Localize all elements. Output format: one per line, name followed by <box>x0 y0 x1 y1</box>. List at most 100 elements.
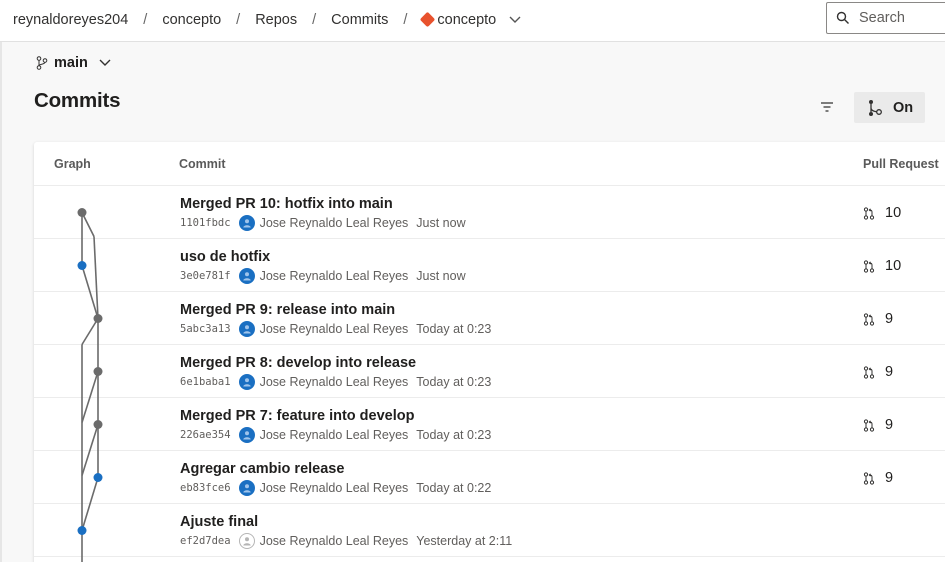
commit-time: Just now <box>416 216 466 230</box>
pull-request-link[interactable]: 10 <box>863 257 901 275</box>
breadcrumb-separator: / <box>312 12 317 28</box>
commit-author: Jose Reynaldo Leal Reyes <box>259 375 409 389</box>
graph-node <box>93 420 103 429</box>
avatar <box>238 268 255 284</box>
table-row[interactable]: Merged PR 7: feature into develop 226ae35… <box>34 398 945 451</box>
column-header-commit: Commit <box>179 157 226 171</box>
repository-name: concepto <box>437 12 497 28</box>
commit-message[interactable]: Merged PR 10: hotfix into main <box>180 196 393 212</box>
commit-time: Today at 0:22 <box>416 481 492 495</box>
avatar <box>238 321 255 337</box>
avatar <box>238 480 255 496</box>
pull-request-icon <box>863 418 875 432</box>
graph-node <box>93 473 103 482</box>
commit-author: Jose Reynaldo Leal Reyes <box>259 269 409 283</box>
chevron-down-icon <box>509 16 521 23</box>
pull-request-icon <box>863 259 875 273</box>
commit-author: Jose Reynaldo Leal Reyes <box>259 428 409 442</box>
breadcrumb-separator: / <box>236 12 241 28</box>
table-row[interactable]: Agregar cambio release eb83fce6 Jose Reyna… <box>34 451 945 504</box>
graph-node <box>93 314 103 323</box>
commit-author: Jose Reynaldo Leal Reyes <box>259 534 409 548</box>
filter-icon <box>821 102 833 112</box>
repository-selector[interactable]: concepto <box>420 11 522 28</box>
breadcrumb-repos[interactable]: Repos <box>255 12 297 28</box>
graph-icon <box>869 99 882 116</box>
graph-edge <box>81 371 99 423</box>
pull-request-icon <box>863 365 875 379</box>
person-icon <box>242 325 251 334</box>
commit-hash[interactable]: 6e1baba1 <box>180 376 231 388</box>
pull-request-link[interactable]: 9 <box>863 416 893 434</box>
commits-table: Graph Commit Pull Request Merged PR 10: … <box>34 142 945 562</box>
pull-request-icon <box>863 206 875 220</box>
breadcrumb-commits[interactable]: Commits <box>331 12 388 28</box>
person-icon <box>242 272 251 281</box>
breadcrumb-project[interactable]: concepto <box>162 12 221 28</box>
graph-edge <box>81 424 99 476</box>
column-header-pull-request: Pull Request <box>863 157 939 171</box>
graph-toggle-label: On <box>893 99 914 116</box>
table-row[interactable]: Merged PR 10: hotfix into main 1101fbdc Jo… <box>34 186 945 239</box>
branch-icon <box>36 56 48 70</box>
search-box[interactable] <box>826 2 945 34</box>
graph-edge <box>81 318 99 345</box>
pull-request-link[interactable]: 10 <box>863 204 901 222</box>
table-row[interactable]: Ajuste final ef2d7dea Jose Reynaldo Leal R… <box>34 504 945 557</box>
commit-hash[interactable]: 226ae354 <box>180 429 231 441</box>
commit-message[interactable]: Merged PR 9: release into main <box>180 302 395 318</box>
pull-request-number: 9 <box>885 311 894 327</box>
avatar <box>238 427 255 443</box>
person-icon <box>242 219 251 228</box>
commit-time: Just now <box>416 269 466 283</box>
graph-node <box>77 261 87 270</box>
commit-time: Today at 0:23 <box>416 375 492 389</box>
avatar <box>238 533 255 549</box>
commit-message[interactable]: Ajuste final <box>180 514 258 530</box>
person-icon <box>242 431 251 440</box>
pull-request-number: 9 <box>885 470 894 486</box>
commit-hash[interactable]: 3e0e781f <box>180 270 231 282</box>
pull-request-link[interactable]: 9 <box>863 469 893 487</box>
table-row[interactable]: Merged PR 8: develop into release 6e1baba… <box>34 345 945 398</box>
table-row[interactable]: Merged PR 9: release into main 5abc3a13 Jo… <box>34 292 945 345</box>
pull-request-number: 9 <box>885 364 894 380</box>
commit-author: Jose Reynaldo Leal Reyes <box>259 481 409 495</box>
commit-author: Jose Reynaldo Leal Reyes <box>259 216 409 230</box>
commit-message[interactable]: Agregar cambio release <box>180 461 344 477</box>
pull-request-icon <box>863 471 875 485</box>
commit-hash[interactable]: 5abc3a13 <box>180 323 231 335</box>
commit-message[interactable]: Merged PR 7: feature into develop <box>180 408 414 424</box>
commit-message[interactable]: Merged PR 8: develop into release <box>180 355 416 371</box>
search-icon <box>836 11 849 24</box>
commit-meta: 226ae354 Jose Reynaldo Leal Reyes Today at… <box>180 427 491 443</box>
pull-request-number: 10 <box>885 205 902 221</box>
person-icon <box>242 378 251 387</box>
breadcrumb-organization[interactable]: reynaldoreyes204 <box>13 12 128 28</box>
commit-graph <box>77 208 103 562</box>
chevron-down-icon <box>99 59 111 66</box>
commit-hash[interactable]: eb83fce6 <box>180 482 231 494</box>
branch-name: main <box>54 55 88 71</box>
commit-meta: 3e0e781f Jose Reynaldo Leal Reyes Just now <box>180 268 466 284</box>
pull-request-number: 10 <box>885 258 902 274</box>
column-header-graph: Graph <box>54 157 91 171</box>
commit-hash[interactable]: ef2d7dea <box>180 535 231 547</box>
commit-message[interactable]: uso de hotfix <box>180 249 270 265</box>
commit-meta: eb83fce6 Jose Reynaldo Leal Reyes Today at… <box>180 480 491 496</box>
filter-button[interactable] <box>817 98 837 116</box>
person-icon <box>242 537 251 546</box>
search-input[interactable] <box>859 10 945 26</box>
table-header: Graph Commit Pull Request <box>34 142 945 186</box>
pull-request-link[interactable]: 9 <box>863 363 893 381</box>
breadcrumb: reynaldoreyes204 / concepto / Repos / Co… <box>13 0 522 40</box>
pull-request-link[interactable]: 9 <box>863 310 893 328</box>
commit-hash[interactable]: 1101fbdc <box>180 217 231 229</box>
commit-meta: 5abc3a13 Jose Reynaldo Leal Reyes Today at… <box>180 321 491 337</box>
side-divider <box>0 42 2 562</box>
branch-selector[interactable]: main <box>36 52 112 74</box>
commit-meta: 6e1baba1 Jose Reynaldo Leal Reyes Today at… <box>180 374 491 390</box>
graph-toggle-button[interactable]: On <box>854 92 925 123</box>
pull-request-number: 9 <box>885 417 894 433</box>
table-row[interactable]: uso de hotfix 3e0e781f Jose Reynaldo Leal … <box>34 239 945 292</box>
